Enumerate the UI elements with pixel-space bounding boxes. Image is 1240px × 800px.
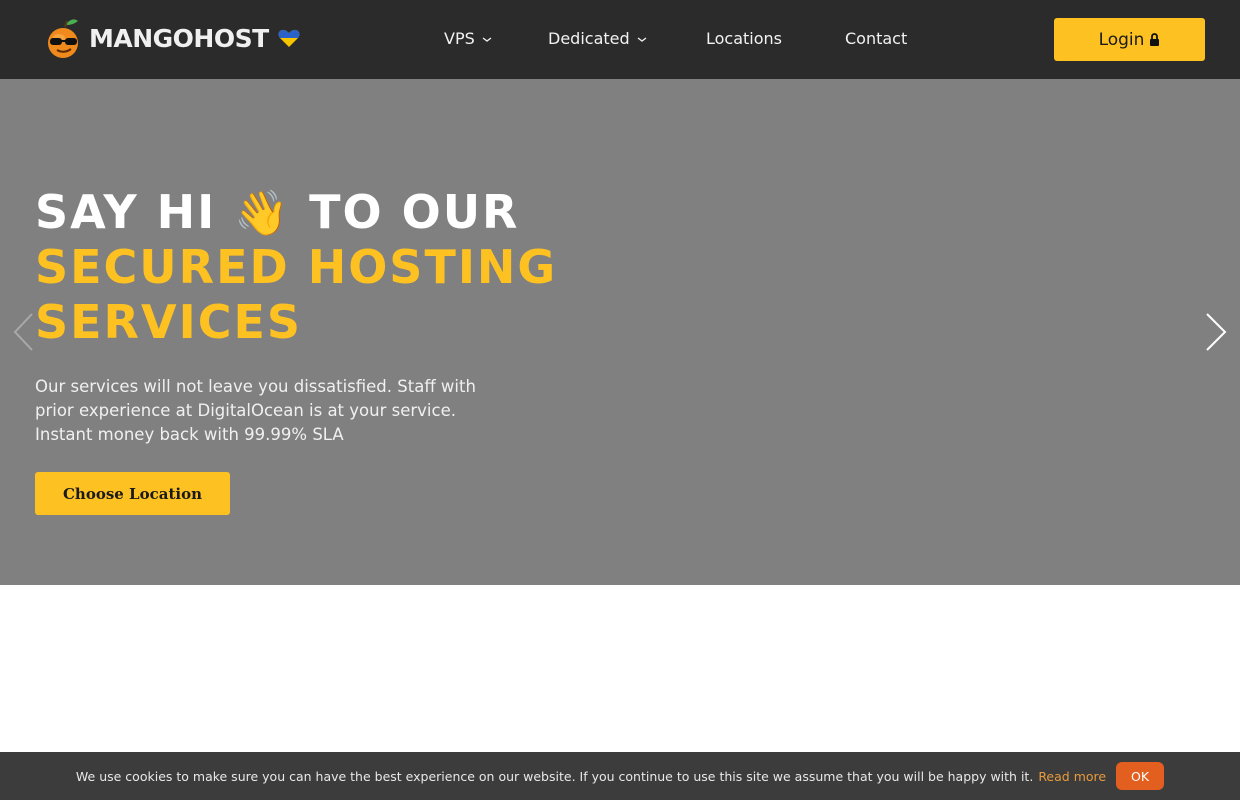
chevron-right-icon[interactable]: [1202, 311, 1230, 353]
waving-hand-icon: 👋: [234, 188, 292, 239]
description-line: Instant money back with 99.99% SLA: [35, 425, 344, 444]
site-header: MANGOHOST VPS Dedicated Locations Contac…: [0, 0, 1240, 79]
ukraine-heart-icon: [278, 29, 300, 47]
logo[interactable]: MANGOHOST: [47, 16, 300, 60]
nav-item-contact[interactable]: Contact: [845, 29, 907, 48]
login-label: Login: [1098, 29, 1145, 50]
nav-label: Contact: [845, 29, 908, 48]
chevron-down-icon: [637, 36, 647, 42]
cookie-ok-button[interactable]: OK: [1116, 762, 1165, 790]
logo-text: MANGOHOST: [89, 23, 269, 53]
nav-label: Locations: [706, 29, 783, 48]
nav-item-dedicated[interactable]: Dedicated: [548, 29, 647, 48]
choose-location-button[interactable]: Choose Location: [35, 472, 230, 515]
hero-heading-line3: SERVICES: [35, 295, 303, 349]
cookie-banner: We use cookies to make sure you can have…: [0, 752, 1240, 800]
nav-item-locations[interactable]: Locations: [706, 29, 782, 48]
heading-text: SAY HI: [35, 185, 217, 239]
chevron-down-icon: [482, 36, 492, 42]
mango-mascot-icon: [48, 19, 78, 58]
hero-heading-line2: SECURED HOSTING: [35, 240, 558, 294]
read-more-link[interactable]: Read more: [1038, 769, 1106, 784]
nav-label: VPS: [444, 29, 475, 48]
heading-text: TO OUR: [309, 185, 520, 239]
chevron-left-icon[interactable]: [10, 311, 38, 353]
description-line: prior experience at DigitalOcean is at y…: [35, 401, 456, 420]
cookie-message: We use cookies to make sure you can have…: [75, 768, 1034, 784]
nav-label: Dedicated: [548, 29, 630, 48]
login-button[interactable]: Login: [1054, 18, 1205, 61]
hero-description: Our services will not leave you dissatis…: [35, 375, 515, 447]
lock-icon: [1150, 33, 1160, 46]
description-line: Our services will not leave you dissatis…: [35, 377, 476, 396]
hero-slider: SAY HI 👋 TO OUR SECURED HOSTING SERVICES…: [0, 79, 1240, 585]
hero-heading-line1: SAY HI 👋 TO OUR: [35, 189, 519, 236]
nav-item-vps[interactable]: VPS: [444, 29, 492, 48]
